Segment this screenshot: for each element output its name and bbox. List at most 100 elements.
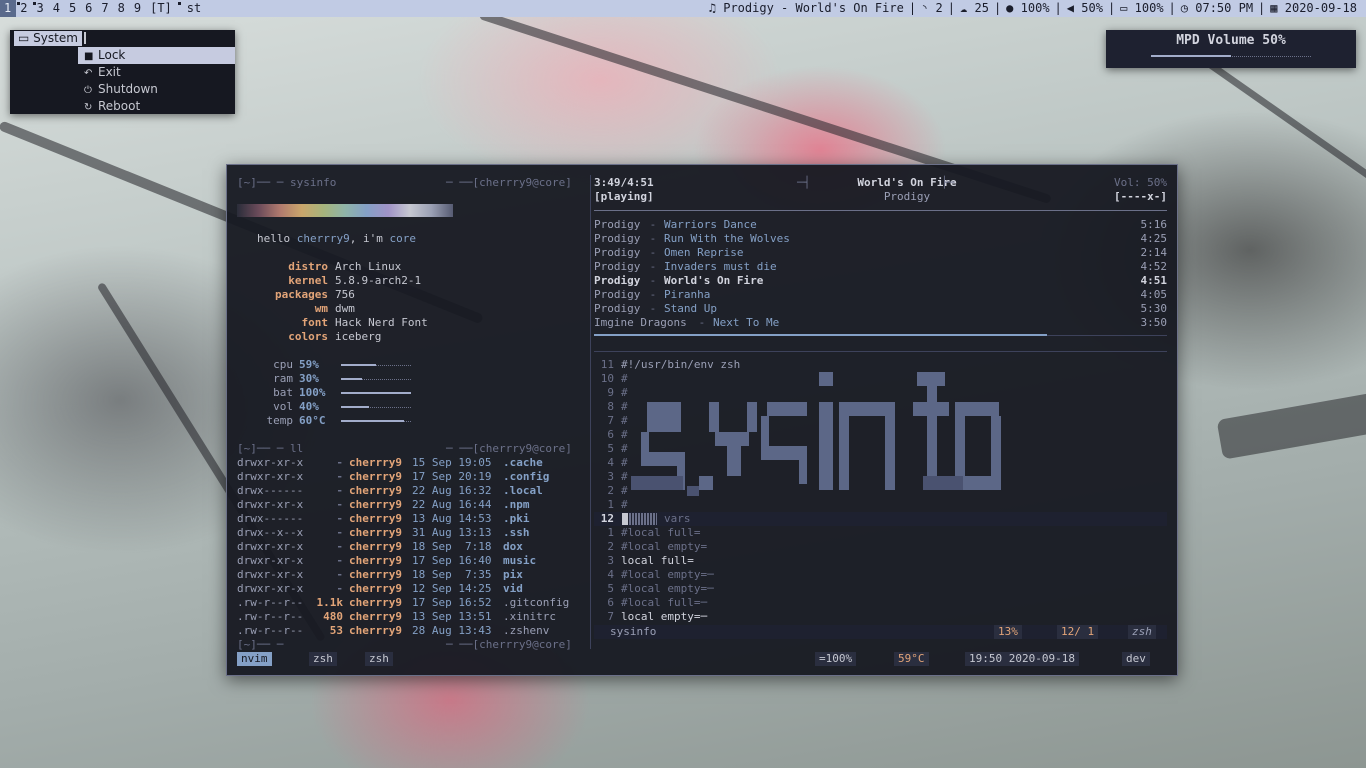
menu-item-lock[interactable]: ■ Lock xyxy=(78,47,235,64)
file-name: .gitconfig xyxy=(503,596,570,609)
code-comment: # xyxy=(621,498,628,511)
line-number: 10 xyxy=(600,372,614,385)
system-menu-title[interactable]: ▭ System xyxy=(14,31,82,46)
playlist-dash: - xyxy=(643,232,663,245)
volume-notification-label: MPD Volume 50% xyxy=(1176,33,1286,48)
line-number: 5 xyxy=(607,442,614,455)
file-owner: cherrry9 xyxy=(349,596,402,609)
cpu-bar-fill xyxy=(341,364,376,366)
now-playing-title: World's On Fire xyxy=(857,176,957,189)
file-date: 17 Sep 16:52 xyxy=(412,596,492,609)
player-state: [playing] xyxy=(594,190,654,203)
code-line: #local full=─ xyxy=(621,596,708,609)
playlist-length: 5:16 xyxy=(1140,218,1168,231)
ascii-art-block xyxy=(819,402,833,490)
tmux-battery: =100% xyxy=(815,652,857,666)
field-value: 756 xyxy=(335,288,355,301)
bar-value: 60°C xyxy=(299,414,326,427)
current-line-number: 12 xyxy=(600,512,614,525)
file-date: 13 Sep 13:51 xyxy=(412,610,492,623)
tmux-temp: 59°C xyxy=(894,652,929,666)
tag-7[interactable]: 7 xyxy=(97,0,113,17)
file-size: - xyxy=(336,484,343,497)
tag-5[interactable]: 5 xyxy=(65,0,81,17)
file-owner: cherrry9 xyxy=(349,540,402,553)
ll-header: [~]── ─ ll xyxy=(237,442,304,455)
file-size: - xyxy=(336,512,343,525)
wallpaper-branch xyxy=(1216,385,1366,460)
file-owner: cherrry9 xyxy=(349,456,402,469)
playlist-length: 4:52 xyxy=(1140,260,1168,273)
ram-bar xyxy=(341,378,411,380)
file-owner: cherrry9 xyxy=(349,582,402,595)
volume-status[interactable]: ◀ 50% xyxy=(1064,0,1106,17)
ll-header-host: ─ ──[cherrry9@core] xyxy=(446,442,572,455)
monitor-icon: ▭ xyxy=(18,31,30,45)
layout-indicator[interactable]: [T] xyxy=(146,0,177,17)
file-name: .npm xyxy=(503,498,530,511)
file-owner: cherrry9 xyxy=(349,554,402,567)
sysinfo-header-host: ─ ──[cherrry9@core] xyxy=(446,176,572,189)
ascii-art-block xyxy=(747,402,757,432)
tmux-window-nvim[interactable]: nvim xyxy=(237,652,272,666)
file-size: 480 xyxy=(323,610,343,623)
header-separator xyxy=(594,210,1167,211)
ascii-art-block xyxy=(767,402,807,416)
tag-2[interactable]: 2 xyxy=(16,0,32,17)
tag-1[interactable]: 1 xyxy=(0,0,17,17)
playlist-dash: - xyxy=(692,316,712,329)
menu-item-exit[interactable]: ↶ Exit xyxy=(78,64,235,81)
sysinfo-header: [~]── ─ sysinfo xyxy=(237,176,337,189)
progress-track xyxy=(594,334,1167,336)
clock-icon: ◷ xyxy=(1180,1,1189,15)
bar-value: 59% xyxy=(299,358,319,371)
cpu-bar xyxy=(341,364,411,366)
menu-item-shutdown[interactable]: ⏻ Shutdown xyxy=(78,81,235,98)
file-name: .local xyxy=(503,484,543,497)
line-number: 11 xyxy=(600,358,614,371)
menu-item-reboot[interactable]: ↻ Reboot xyxy=(78,98,235,115)
player-flags: [----x-] xyxy=(1114,190,1167,203)
tmux-window-zsh[interactable]: zsh xyxy=(365,652,393,666)
code-comment: # xyxy=(621,484,628,497)
file-name: .xinitrc xyxy=(503,610,556,623)
pane-separator xyxy=(594,351,1167,352)
playlist-dash: - xyxy=(643,218,663,231)
rss-status: ◝ 2 xyxy=(921,1,943,15)
file-date: 31 Aug 13:13 xyxy=(412,526,492,539)
bar-key: vol xyxy=(273,400,293,413)
tag-4[interactable]: 4 xyxy=(49,0,65,17)
code-comment: # xyxy=(621,470,628,483)
vim-statusline: sysinfo 13% 12/ 1 zsh xyxy=(594,625,1167,639)
playlist-dash: - xyxy=(643,260,663,273)
file-name: .config xyxy=(503,470,550,483)
file-date: 13 Aug 14:53 xyxy=(412,512,492,525)
field-value: dwm xyxy=(335,302,355,315)
music-status[interactable]: ♫ Prodigy - World's On Fire xyxy=(706,0,907,17)
shell-prompt[interactable]: [~]── ─ xyxy=(237,638,283,652)
file-size: 1.1k xyxy=(316,596,344,609)
playlist-length: 4:51 xyxy=(1140,274,1168,287)
line-number: 5 xyxy=(607,582,614,595)
file-size: - xyxy=(336,526,343,539)
menu-text-cursor xyxy=(84,32,86,44)
playlist-length: 4:25 xyxy=(1140,232,1168,245)
tag-6[interactable]: 6 xyxy=(81,0,97,17)
terminal-window[interactable]: [~]── ─ sysinfo ─ ──[cherrry9@core] hell… xyxy=(226,164,1178,676)
color-palette-bar xyxy=(237,204,453,217)
field-key: kernel xyxy=(288,274,328,287)
file-owner: cherrry9 xyxy=(349,470,402,483)
tag-9[interactable]: 9 xyxy=(130,0,146,17)
vim-status-filetype: zsh xyxy=(1128,625,1156,639)
tag-8[interactable]: 8 xyxy=(114,0,130,17)
code-comment: # xyxy=(621,428,628,441)
window-title: st xyxy=(177,0,201,17)
code-line: #local empty= xyxy=(621,540,708,553)
ram-bar-fill xyxy=(341,378,362,380)
bar-value: 100% xyxy=(299,386,326,399)
tmux-window-zsh[interactable]: zsh xyxy=(309,652,337,666)
line-number: 8 xyxy=(607,400,614,413)
line-number: 2 xyxy=(607,484,614,497)
file-name: music xyxy=(503,554,537,567)
tag-3[interactable]: 3 xyxy=(32,0,48,17)
